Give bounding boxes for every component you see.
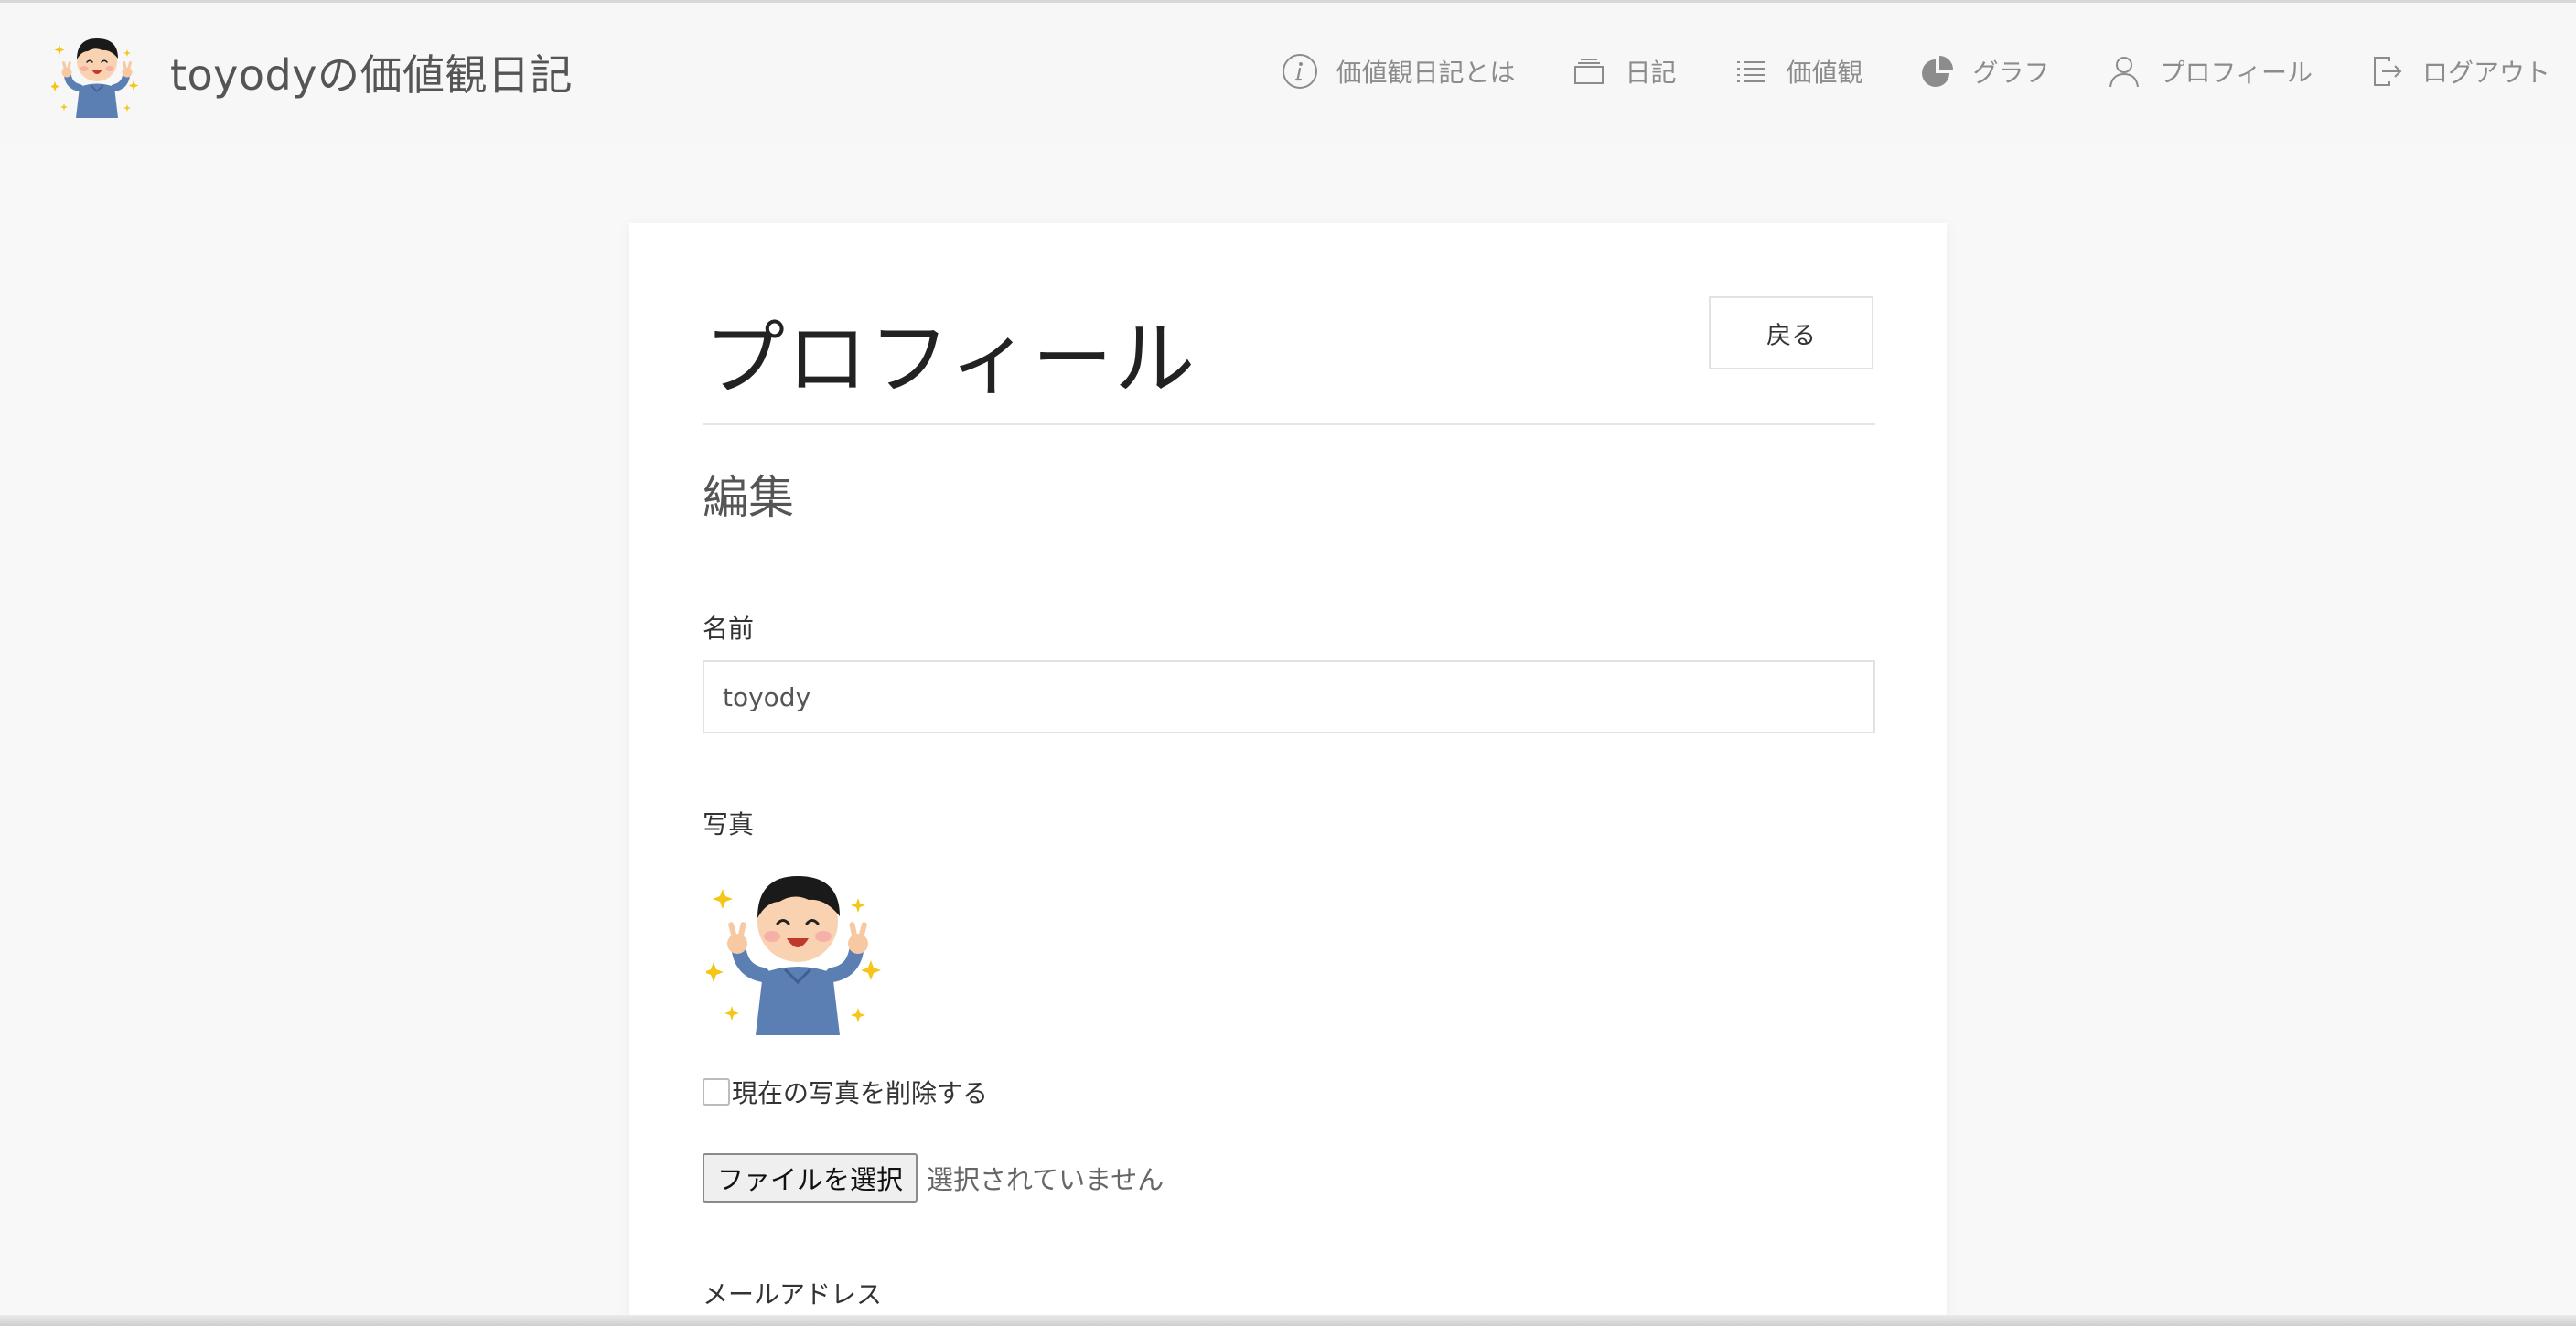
app-header: toyodyの価値観日記 価値観日記とは 日記 価値観 グラフ プロフィール ロ… xyxy=(0,0,2576,143)
name-input[interactable] xyxy=(703,660,1875,733)
delete-photo-checkbox[interactable] xyxy=(703,1078,730,1106)
profile-photo xyxy=(706,852,889,1035)
section-title: 編集 xyxy=(703,471,794,524)
window-bottom-edge xyxy=(0,1315,2576,1326)
delete-photo-label[interactable]: 現在の写真を削除する xyxy=(732,1074,988,1110)
divider xyxy=(703,423,1875,425)
list-icon xyxy=(1736,61,1765,82)
nav-item-graph[interactable]: グラフ xyxy=(1918,52,2050,91)
photo-label: 写真 xyxy=(703,809,755,839)
file-status: 選択されていません xyxy=(927,1164,1165,1195)
profile-card: プロフィール 戻る 編集 名前 写真 現在の写真を削除する ファイルを選択 選択… xyxy=(629,223,1947,1326)
choose-file-button[interactable]: ファイルを選択 xyxy=(703,1153,918,1203)
info-icon xyxy=(1283,54,1318,89)
nav-label-graph: グラフ xyxy=(1972,58,2050,88)
back-button[interactable]: 戻る xyxy=(1709,296,1873,369)
nav-label-logout: ログアウト xyxy=(2421,58,2550,88)
stack-icon xyxy=(1574,59,1605,84)
nav-item-about[interactable]: 価値観日記とは xyxy=(1281,52,1515,91)
page-title: プロフィール xyxy=(704,312,1197,406)
pie-chart-icon xyxy=(1921,56,1953,87)
avatar-logo xyxy=(51,27,143,118)
nav-label-diary: 日記 xyxy=(1625,58,1677,88)
brand[interactable]: toyodyの価値観日記 xyxy=(51,23,573,122)
nav-item-logout[interactable]: ログアウト xyxy=(2367,52,2550,91)
name-label: 名前 xyxy=(703,614,755,644)
sign-out-icon xyxy=(2373,57,2402,86)
user-icon xyxy=(2109,57,2139,88)
nav-item-diary[interactable]: 日記 xyxy=(1570,52,1677,91)
nav-label-about: 価値観日記とは xyxy=(1336,58,1516,88)
email-label: メールアドレス xyxy=(703,1279,883,1310)
nav-label-profile: プロフィール xyxy=(2159,58,2313,88)
nav-item-profile[interactable]: プロフィール xyxy=(2105,52,2313,91)
nav-label-values: 価値観 xyxy=(1786,58,1863,88)
nav-item-values[interactable]: 価値観 xyxy=(1732,52,1863,91)
brand-title[interactable]: toyodyの価値観日記 xyxy=(170,42,573,102)
delete-photo-row[interactable]: 現在の写真を削除する xyxy=(703,1075,988,1108)
main-nav: 価値観日記とは 日記 価値観 グラフ プロフィール ログアウト xyxy=(1226,43,2550,100)
file-picker: ファイルを選択 選択されていません xyxy=(703,1152,1164,1203)
